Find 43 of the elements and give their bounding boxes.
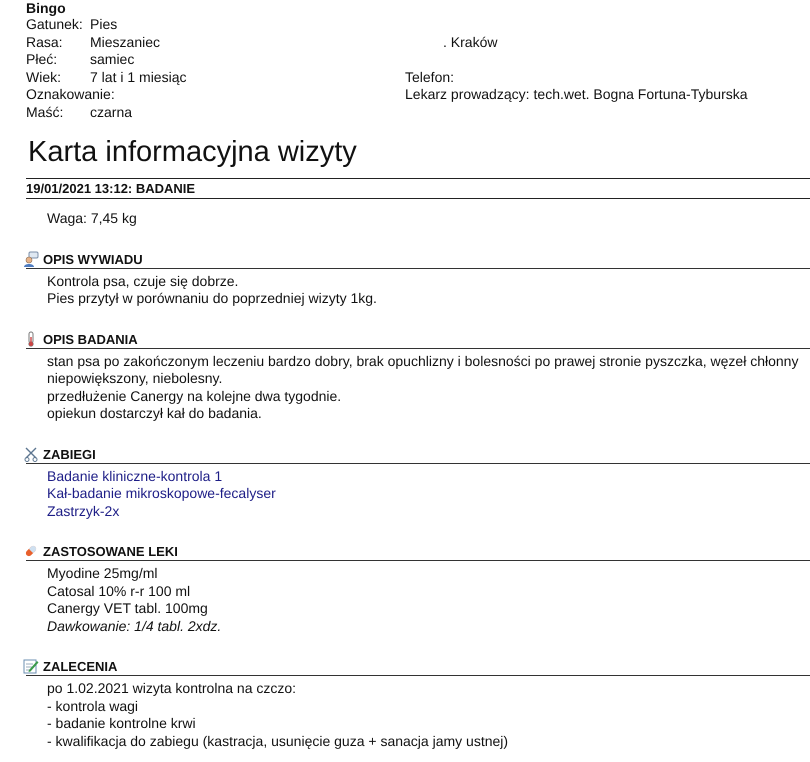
field-value: 7 lat i 1 miesiąc <box>90 68 186 86</box>
phone-label: Telefon: <box>405 68 456 86</box>
section-title: ZALECENIA <box>43 659 118 674</box>
section-text: Kontrola psa, czuje się dobrze. <box>47 272 240 290</box>
section-text: - kontrola wagi <box>47 698 140 715</box>
vet-name: tech.wet. Bogna Fortuna-Tyburska <box>534 86 748 104</box>
address-text: . Kraków <box>443 34 498 51</box>
section-text: Myodine 25mg/ml <box>47 565 158 582</box>
dosage-note: Dawkowanie: 1/4 tabl. 2xdz. <box>47 618 222 635</box>
vet-label: Lekarz prowadzący: <box>405 86 530 104</box>
section-text: Canergy VET tabl. 100mg <box>47 600 209 618</box>
field-label: Gatunek: <box>26 16 84 34</box>
person-chat-icon <box>23 250 39 266</box>
field-label: Rasa: <box>26 34 64 51</box>
weight-text: Waga: 7,45 kg <box>47 210 138 228</box>
field-value: czarna <box>90 104 132 121</box>
field-value: samiec <box>90 51 134 68</box>
section-text: Pies przytył w porównaniu do poprzedniej wizyty 1kg. <box>47 290 378 308</box>
section-text: - kwalifikacja do zabiegu (kastracja, usunięcie guza + sanacja jamy ustnej) <box>47 732 510 750</box>
field-label: Płeć: <box>26 51 58 68</box>
field-label: Maść: <box>26 104 64 121</box>
visit-header: 19/01/2021 13:12: BADANIE <box>26 178 810 199</box>
section-title: OPIS BADANIA <box>43 332 138 346</box>
procedure-name: Zastrzyk-2x <box>47 502 120 520</box>
scissors-icon <box>23 446 39 462</box>
notepad-pencil-icon <box>23 658 39 674</box>
procedure-name: Kał-badanie mikroskopowe-fecalyser <box>47 485 277 502</box>
section-text: przedłużenie Canergy na kolejne dwa tygodnie. <box>47 388 342 405</box>
field-label: Wiek: <box>26 68 62 86</box>
section-text: stan psa po zakończonym leczeniu bardzo dobry, brak opuchlizny i bolesności po prawej stronie pyszczka, węzeł chłonny niepowiększony, niebolesny. <box>47 352 800 388</box>
patient-name: Bingo <box>26 0 67 16</box>
section-title: ZABIEGI <box>43 446 96 462</box>
field-label: Oznakowanie: <box>26 86 115 104</box>
section-text: opiekun dostarczył kał do badania. <box>47 405 263 422</box>
section-title: ZASTOSOWANE LEKI <box>43 544 178 559</box>
document-title: Karta informacyjna wizyty <box>28 135 358 169</box>
field-value: Pies <box>90 16 118 34</box>
field-value: Mieszaniec <box>90 34 160 51</box>
section-text: - badanie kontrolne krwi <box>47 715 197 732</box>
section-text: po 1.02.2021 wizyta kontrolna na czczo: <box>47 680 298 698</box>
section-title: OPIS WYWIADU <box>43 252 143 266</box>
procedure-name: Badanie kliniczne-kontrola 1 <box>47 468 224 485</box>
section-text: Catosal 10% r-r 100 ml <box>47 582 192 600</box>
